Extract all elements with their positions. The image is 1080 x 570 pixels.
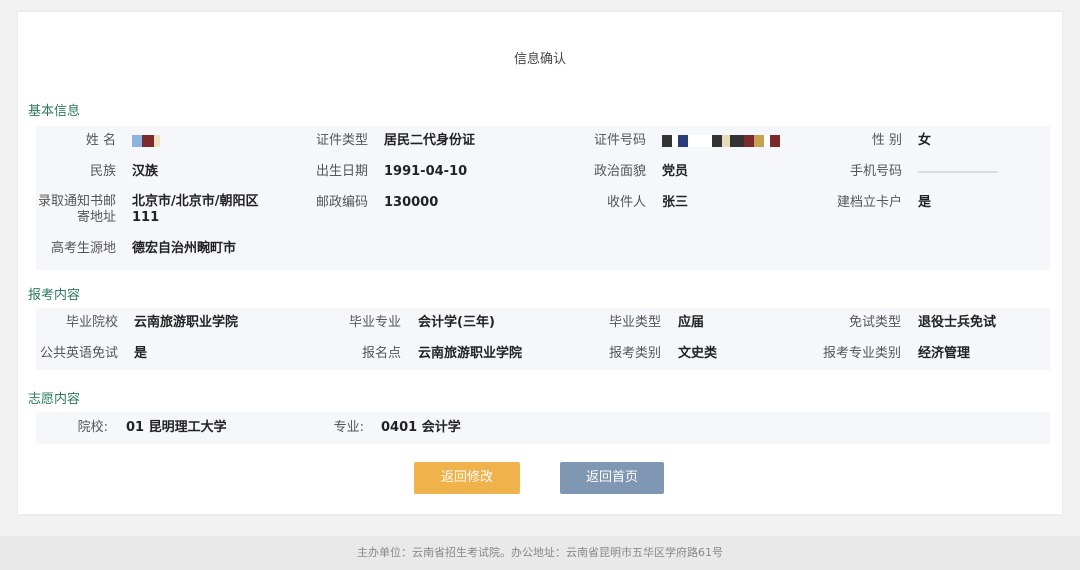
gender-label: 性 别 — [871, 133, 902, 148]
phone-label: 手机号码 — [849, 164, 902, 179]
category-label: 报考类别 — [608, 346, 661, 361]
basic-info-panel: 姓 名 证件类型 居民二代身份证 证件号码 性 别 女 民族 汉族 出生日期 1… — [36, 126, 1050, 270]
section-title-wish: 志愿内容 — [28, 392, 81, 407]
addr-label: 录取通知书邮寄地址 — [37, 194, 116, 225]
gender-value: 女 — [918, 133, 932, 148]
id-no-value-masked — [662, 126, 780, 156]
school-label: 毕业院校 — [65, 315, 118, 330]
major-cat-label: 报考专业类别 — [822, 346, 901, 361]
exam-info-panel: 毕业院校 云南旅游职业学院 毕业专业 会计学(三年) 毕业类型 应届 免试类型 … — [36, 308, 1050, 370]
exempt-value: 退役士兵免试 — [918, 315, 997, 330]
wish-major-label: 专业: — [333, 420, 364, 435]
zip-value: 130000 — [384, 195, 439, 210]
grad-type-value: 应届 — [678, 315, 705, 330]
category-value: 文史类 — [678, 346, 718, 361]
school-value: 云南旅游职业学院 — [134, 315, 239, 330]
id-no-label: 证件号码 — [593, 133, 646, 148]
birth-value: 1991-04-10 — [384, 164, 468, 179]
politics-label: 政治面貌 — [593, 164, 646, 179]
addr-value: 北京市/北京市/朝阳区 111 — [132, 194, 259, 225]
basic-row-3: 录取通知书邮寄地址 北京市/北京市/朝阳区 111 邮政编码 130000 收件… — [36, 188, 1050, 232]
exempt-label: 免试类型 — [848, 315, 901, 330]
name-value-masked — [132, 126, 160, 156]
major-cat-value: 经济管理 — [918, 346, 971, 361]
id-type-value: 居民二代身份证 — [384, 133, 476, 148]
basic-row-1: 姓 名 证件类型 居民二代身份证 证件号码 性 别 女 — [36, 126, 1050, 156]
zip-label: 邮政编码 — [315, 195, 368, 210]
english-label: 公共英语免试 — [39, 346, 118, 361]
recipient-value: 张三 — [662, 195, 689, 210]
exam-row-2: 公共英语免试 是 报名点 云南旅游职业学院 报考类别 文史类 报考专业类别 经济… — [36, 339, 1050, 369]
wish-college-label: 院校: — [77, 420, 108, 435]
card-value: 是 — [918, 195, 932, 210]
birth-label: 出生日期 — [315, 164, 368, 179]
grad-major-label: 毕业专业 — [348, 315, 401, 330]
exam-row-1: 毕业院校 云南旅游职业学院 毕业专业 会计学(三年) 毕业类型 应届 免试类型 … — [36, 308, 1050, 338]
wish-major-value: 0401 会计学 — [381, 420, 461, 435]
grad-major-value: 会计学(三年) — [418, 315, 495, 330]
back-edit-button[interactable]: 返回修改 — [414, 462, 520, 494]
wish-info-panel: 院校: 01 昆明理工大学 专业: 0401 会计学 — [36, 412, 1050, 444]
section-title-basic: 基本信息 — [28, 104, 81, 119]
ethnic-label: 民族 — [89, 164, 116, 179]
origin-label: 高考生源地 — [50, 241, 116, 256]
confirm-card: 信息确认 基本信息 姓 名 证件类型 居民二代身份证 证件号码 性 别 女 民族… — [18, 12, 1062, 514]
card-label: 建档立卡户 — [836, 195, 902, 210]
id-type-label: 证件类型 — [315, 133, 368, 148]
site-label: 报名点 — [361, 346, 401, 361]
grad-type-label: 毕业类型 — [608, 315, 661, 330]
site-value: 云南旅游职业学院 — [418, 346, 523, 361]
wish-college-value: 01 昆明理工大学 — [126, 420, 227, 435]
section-title-exam: 报考内容 — [28, 288, 81, 303]
page-title: 信息确认 — [513, 52, 566, 67]
politics-value: 党员 — [662, 164, 689, 179]
basic-row-2: 民族 汉族 出生日期 1991-04-10 政治面貌 党员 手机号码 — [36, 157, 1050, 187]
name-label: 姓 名 — [85, 133, 116, 148]
recipient-label: 收件人 — [606, 195, 646, 210]
origin-value: 德宏自治州畹町市 — [132, 241, 237, 256]
phone-value-masked — [918, 157, 998, 187]
back-home-button[interactable]: 返回首页 — [560, 462, 664, 494]
ethnic-value: 汉族 — [132, 164, 159, 179]
wish-row: 院校: 01 昆明理工大学 专业: 0401 会计学 — [36, 413, 1050, 443]
footer: 主办单位：云南省招生考试院。办公地址：云南省昆明市五华区学府路61号 — [0, 536, 1080, 570]
basic-row-4: 高考生源地 德宏自治州畹町市 — [36, 234, 1050, 264]
english-value: 是 — [134, 346, 148, 361]
